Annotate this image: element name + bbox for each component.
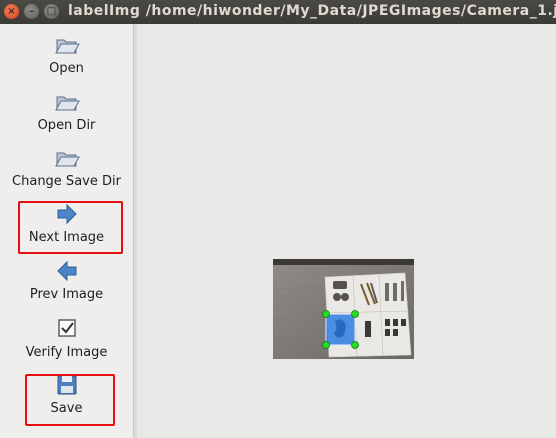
highlight-box-save: [25, 374, 115, 426]
title-bar: × – □ labelImg /home/hiwonder/My_Data/JP…: [0, 0, 556, 24]
folder-icon: [54, 39, 80, 54]
maximize-icon[interactable]: □: [44, 4, 59, 19]
prev-image-label: Prev Image: [29, 287, 104, 302]
image-canvas[interactable]: [137, 24, 556, 438]
loaded-image[interactable]: [273, 259, 414, 359]
close-icon[interactable]: ×: [4, 4, 19, 19]
folder-icon: [54, 96, 80, 111]
highlight-box-next-image: [18, 201, 123, 254]
checkbox-icon: [57, 319, 76, 337]
change-save-dir-label: Change Save Dir: [12, 174, 121, 189]
prev-image-button[interactable]: Prev Image: [0, 260, 133, 302]
arrow-left-icon: [56, 260, 76, 282]
verify-image-label: Verify Image: [25, 345, 108, 360]
open-button[interactable]: Open: [0, 34, 133, 76]
bbox-handle-top-right[interactable]: [351, 310, 359, 318]
toolbar: Open Open Dir Change Save Dir Next Image…: [0, 24, 134, 438]
open-dir-button[interactable]: Open Dir: [0, 91, 133, 133]
minimize-icon[interactable]: –: [24, 4, 39, 19]
open-label: Open: [49, 61, 84, 76]
folder-icon: [54, 152, 80, 167]
verify-image-button[interactable]: Verify Image: [0, 318, 133, 360]
bbox-handle-bottom-right[interactable]: [351, 341, 359, 349]
window-title: labelImg /home/hiwonder/My_Data/JPEGImag…: [68, 3, 556, 19]
change-save-dir-button[interactable]: Change Save Dir: [0, 147, 133, 189]
bbox-handle-top-left[interactable]: [322, 310, 330, 318]
open-dir-label: Open Dir: [37, 118, 96, 133]
bbox-handle-bottom-left[interactable]: [322, 341, 330, 349]
